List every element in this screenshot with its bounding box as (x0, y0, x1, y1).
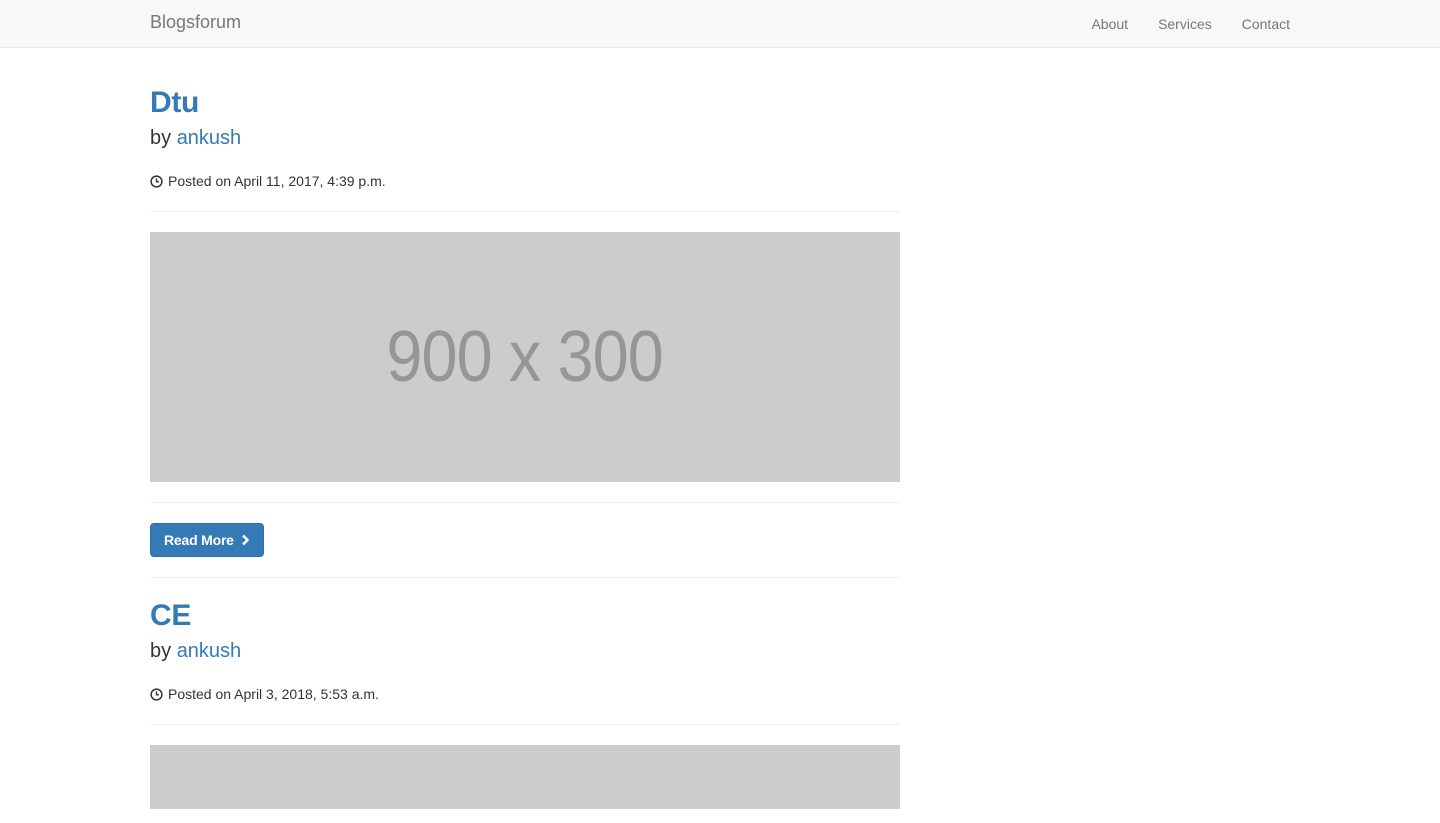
nav-link-contact[interactable]: Contact (1242, 14, 1290, 34)
post-date: Posted on April 11, 2017, 4:39 p.m. (150, 171, 900, 191)
clock-icon (150, 174, 163, 188)
divider (150, 502, 900, 503)
divider (150, 724, 900, 725)
clock-icon (150, 687, 163, 701)
main-content: Dtu by ankush Posted on April 11, 2017, … (150, 48, 900, 809)
byline-prefix: by (150, 127, 172, 149)
post-date: Posted on April 3, 2018, 5:53 a.m. (150, 684, 900, 704)
post-date-text: Posted on April 3, 2018, 5:53 a.m. (168, 686, 379, 702)
post-title[interactable]: Dtu (150, 85, 900, 121)
post-image (150, 745, 900, 809)
post-date-text: Posted on April 11, 2017, 4:39 p.m. (168, 173, 386, 189)
navbar: Blogsforum About Services Contact (0, 0, 1440, 48)
post-title[interactable]: CE (150, 598, 900, 634)
blog-post: Dtu by ankush Posted on April 11, 2017, … (150, 85, 900, 578)
nav-links: About Services Contact (1091, 0, 1290, 48)
nav-link-services[interactable]: Services (1158, 14, 1212, 34)
divider (150, 211, 900, 212)
read-more-label: Read More (164, 532, 234, 548)
author-link[interactable]: ankush (177, 127, 242, 149)
divider (150, 577, 900, 578)
brand-link[interactable]: Blogsforum (150, 12, 241, 32)
read-more-button[interactable]: Read More (150, 523, 264, 557)
byline: by ankush (150, 125, 900, 151)
byline: by ankush (150, 638, 900, 664)
author-link[interactable]: ankush (177, 640, 242, 662)
nav-link-about[interactable]: About (1091, 14, 1128, 34)
chevron-right-icon (241, 534, 249, 546)
post-image: 900 x 300 (150, 232, 900, 482)
byline-prefix: by (150, 640, 172, 662)
post-image-text: 900 x 300 (386, 317, 664, 397)
blog-post: CE by ankush Posted on April 3, 2018, 5:… (150, 598, 900, 809)
